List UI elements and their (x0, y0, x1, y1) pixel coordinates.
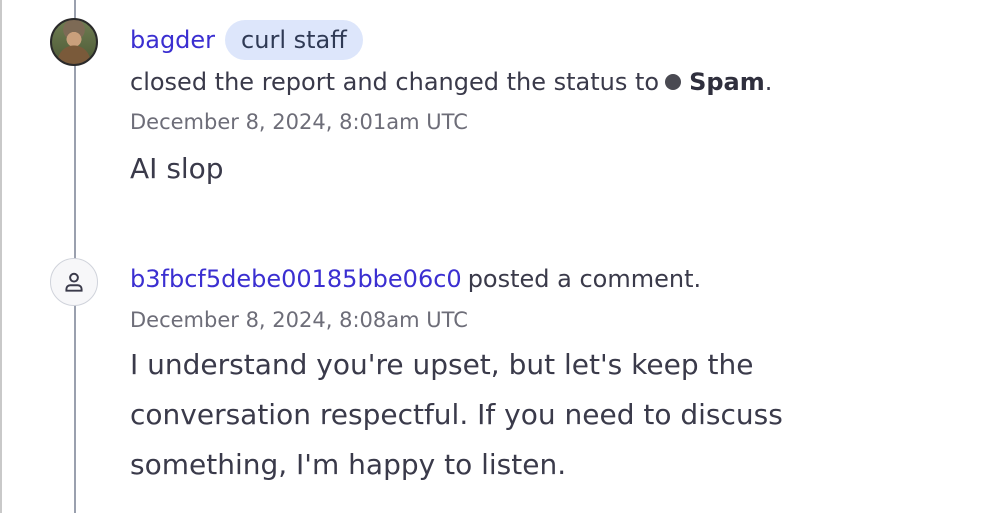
status-label: Spam (689, 68, 765, 96)
comment-body: AI slop (130, 152, 224, 185)
staff-badge: curl staff (225, 20, 363, 60)
action-text: closed the report and changed the status… (130, 68, 660, 96)
timestamp[interactable]: December 8, 2024, 8:08am UTC (130, 308, 468, 332)
action-text: posted a comment. (467, 265, 702, 293)
default-avatar[interactable] (50, 258, 98, 306)
user-avatar[interactable] (50, 18, 98, 66)
status-dot-icon (665, 74, 682, 90)
comment-body: I understand you're upset, but let's kee… (130, 348, 783, 481)
page-left-border (0, 0, 2, 513)
activity-action: closed the report and changed the status… (130, 64, 772, 100)
username-link[interactable]: bagder (130, 26, 215, 54)
username-link[interactable]: b3fbcf5debe00185bbe06c0 (130, 265, 462, 293)
activity-header: b3fbcf5debe00185bbe06c0 posted a comment… (130, 260, 701, 298)
user-icon (65, 272, 83, 292)
timeline-line (74, 0, 76, 513)
timestamp[interactable]: December 8, 2024, 8:01am UTC (130, 110, 468, 134)
status-suffix: . (764, 68, 773, 96)
activity-header: bagder curl staff (130, 20, 363, 60)
